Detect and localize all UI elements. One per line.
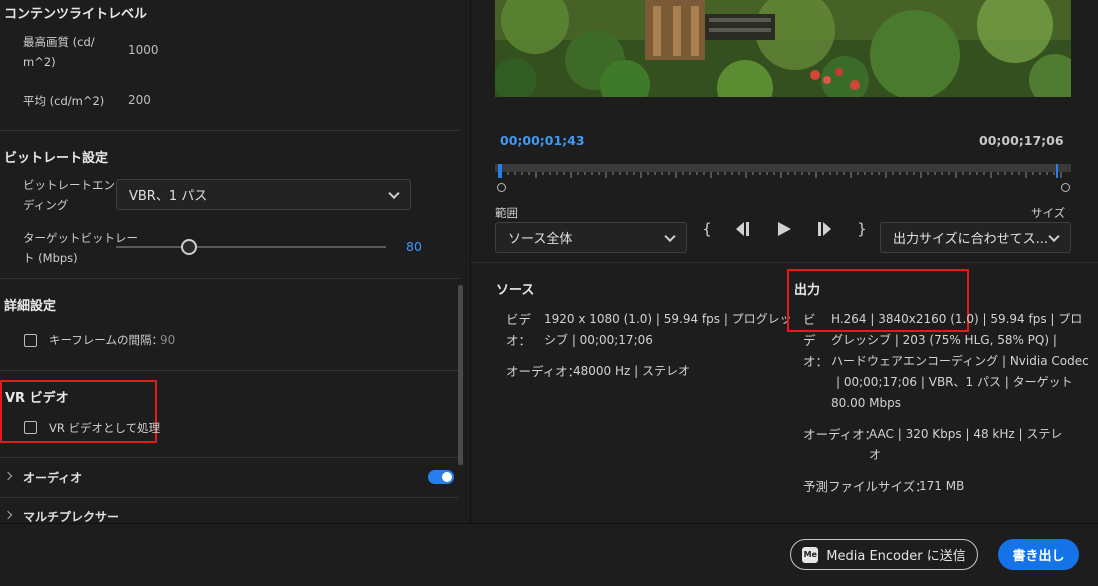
play-icon[interactable] xyxy=(776,221,792,237)
output-video-line2: グレッシブ | 203 (75% HLG, 58% PQ) | xyxy=(831,333,1057,347)
duration-timecode: 00;00;17;06 xyxy=(979,133,1064,148)
slider-thumb[interactable] xyxy=(180,239,197,255)
estimated-filesize-label: 予測ファイルサイズ： xyxy=(803,479,928,494)
bitrate-settings-title: ビットレート設定 xyxy=(4,151,109,166)
source-audio-info: 48000 Hz | ステレオ xyxy=(573,364,690,378)
timeline-bar xyxy=(495,164,1071,172)
out-point-handle[interactable] xyxy=(1061,183,1070,192)
send-to-media-encoder-label: Media Encoder に送信 xyxy=(826,549,966,564)
audio-toggle[interactable] xyxy=(428,470,454,484)
chevron-down-icon xyxy=(1048,230,1060,242)
timeline-scrubber[interactable] xyxy=(495,150,1071,192)
max-quality-label-line1: 最高画質 (cd/ xyxy=(23,35,95,49)
step-forward-icon[interactable] xyxy=(813,221,833,237)
content-light-level-title: コンテンツライトレベル xyxy=(4,7,148,22)
bitrate-encoding-select[interactable]: VBR、1 パス xyxy=(116,179,411,210)
section-divider xyxy=(0,278,460,279)
section-divider xyxy=(0,130,460,131)
current-timecode[interactable]: 00;00;01;43 xyxy=(500,133,585,148)
range-select[interactable]: ソース全体 xyxy=(495,222,687,253)
max-quality-label-line2: m^2) xyxy=(23,55,56,69)
timeline-ticks xyxy=(500,172,1062,178)
output-video-label-line1: ビ xyxy=(803,312,816,327)
output-video-label: ビ デ オ： xyxy=(803,309,828,372)
output-video-info: H.264 | 3840x2160 (1.0) | 59.94 fps | プロ… xyxy=(831,309,1089,414)
output-video-line1: H.264 | 3840x2160 (1.0) | 59.94 fps | プロ xyxy=(831,312,1083,326)
keyframe-interval-value[interactable]: 90 xyxy=(160,333,175,347)
source-video-line2: シブ | 00;00;17;06 xyxy=(544,333,653,347)
audio-section-header[interactable]: オーディオ xyxy=(0,458,458,496)
output-video-label-line3: オ： xyxy=(803,354,829,369)
toggle-knob xyxy=(442,472,452,482)
output-audio-label: オーディオ： xyxy=(803,427,878,442)
media-encoder-icon: Me xyxy=(802,546,819,563)
source-video-info: 1920 x 1080 (1.0) | 59.94 fps | プログレッ シブ… xyxy=(544,309,792,351)
advanced-settings-title: 詳細設定 xyxy=(4,299,57,314)
in-brace-icon[interactable]: { xyxy=(700,220,714,238)
chevron-right-icon xyxy=(3,471,13,481)
output-audio-line1: AAC | 320 Kbps | 48 kHz | ステレ xyxy=(869,427,1063,441)
output-video-line3: ハードウェアエンコーディング | Nvidia Codec xyxy=(831,354,1089,368)
target-bitrate-slider[interactable] xyxy=(116,237,386,257)
max-quality-value[interactable]: 1000 xyxy=(128,43,159,57)
vr-video-process-label: VR ビデオとして処理 xyxy=(49,421,161,435)
audio-section-title: オーディオ xyxy=(23,471,83,485)
bitrate-encoding-value: VBR、1 パス xyxy=(129,189,208,204)
output-audio-line2: オ xyxy=(869,448,882,462)
average-label: 平均 (cd/m^2) xyxy=(23,94,105,108)
range-label: 範囲 xyxy=(495,206,518,220)
size-select[interactable]: 出力サイズに合わせてス... xyxy=(880,222,1071,253)
keyframe-interval-checkbox[interactable] xyxy=(24,334,37,347)
multiplexer-section-header[interactable]: マルチプレクサー xyxy=(0,498,458,523)
export-button[interactable]: 書き出し xyxy=(998,539,1079,570)
size-value: 出力サイズに合わせてス... xyxy=(893,232,1049,247)
footer-bar: Me Media Encoder に送信 書き出し xyxy=(0,523,1098,586)
playhead-marker[interactable] xyxy=(497,164,502,178)
output-video-line5: 80.00 Mbps xyxy=(831,396,902,410)
chevron-down-icon xyxy=(664,230,676,242)
out-point-marker[interactable] xyxy=(1056,164,1058,178)
slider-track xyxy=(116,246,386,248)
keyframe-interval-label: キーフレームの間隔： xyxy=(49,333,163,347)
multiplexer-section-title: マルチプレクサー xyxy=(23,510,120,523)
source-video-label: ビデ オ： xyxy=(506,309,531,351)
range-value: ソース全体 xyxy=(508,232,573,247)
out-brace-icon[interactable]: } xyxy=(855,220,869,238)
max-quality-label: 最高画質 (cd/ m^2) xyxy=(23,32,95,72)
output-audio-info: AAC | 320 Kbps | 48 kHz | ステレ オ xyxy=(869,424,1062,466)
size-label: サイズ xyxy=(1031,206,1066,220)
chevron-right-icon xyxy=(3,510,13,520)
video-preview-frame xyxy=(495,0,1071,97)
section-divider xyxy=(471,262,1098,263)
source-video-label-line1: ビデ xyxy=(506,312,532,327)
preview-panel: 00;00;01;43 00;00;17;06 範囲 ソース全体 { } サイズ… xyxy=(471,0,1098,523)
video-preview-image xyxy=(495,0,1071,97)
section-divider xyxy=(0,370,460,371)
send-to-media-encoder-button[interactable]: Me Media Encoder に送信 xyxy=(790,539,978,570)
source-title: ソース xyxy=(496,283,535,298)
export-settings-panel: コンテンツライトレベル 最高画質 (cd/ m^2) 1000 平均 (cd/m… xyxy=(0,0,470,523)
estimated-filesize-value: 171 MB xyxy=(919,479,965,493)
vr-video-checkbox[interactable] xyxy=(24,421,37,434)
step-back-icon[interactable] xyxy=(734,221,754,237)
target-bitrate-value[interactable]: 80 xyxy=(406,239,422,254)
vr-video-title: VR ビデオ xyxy=(5,391,69,406)
export-button-label: 書き出し xyxy=(1012,549,1065,564)
output-video-label-line2: デ xyxy=(803,333,816,348)
output-title: 出力 xyxy=(794,283,821,298)
in-point-handle[interactable] xyxy=(497,183,506,192)
chevron-down-icon xyxy=(388,187,400,199)
source-video-label-line2: オ： xyxy=(506,333,532,348)
average-value[interactable]: 200 xyxy=(128,93,151,107)
output-video-line4: | 00;00;17;06 | VBR、1 パス | ターゲット xyxy=(836,375,1073,389)
settings-scrollbar[interactable] xyxy=(458,285,463,465)
source-video-line1: 1920 x 1080 (1.0) | 59.94 fps | プログレッ xyxy=(544,312,792,326)
source-audio-label: オーディオ： xyxy=(506,364,581,379)
